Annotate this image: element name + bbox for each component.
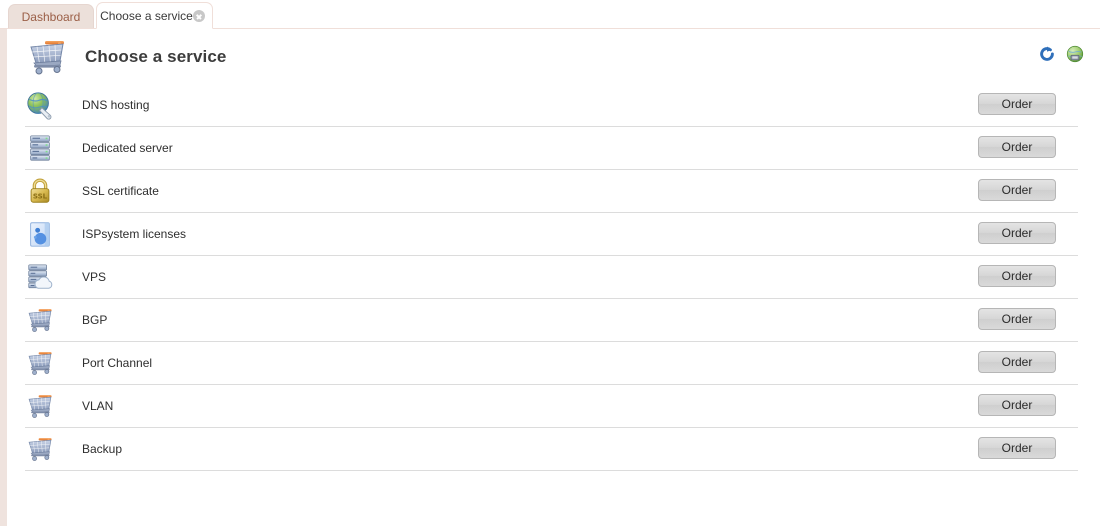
order-button[interactable]: Order: [978, 351, 1056, 373]
ssl-lock-icon: SSL: [30, 178, 50, 203]
tab-dashboard[interactable]: Dashboard: [8, 4, 94, 29]
server-rack-icon: [30, 135, 50, 161]
service-name: VPS: [82, 270, 107, 284]
order-button[interactable]: Order: [978, 179, 1056, 201]
tab-dashboard-label: Dashboard: [21, 10, 81, 24]
service-row-backup[interactable]: Backup Order: [25, 428, 1078, 471]
order-button[interactable]: Order: [978, 394, 1056, 416]
service-name: SSL certificate: [82, 184, 159, 198]
service-name: Dedicated server: [82, 141, 173, 155]
tab-choose-a-service[interactable]: Choose a service: [96, 2, 213, 29]
service-row-vlan[interactable]: VLAN Order: [25, 385, 1078, 428]
globe-icon[interactable]: [1066, 45, 1084, 63]
tab-bar: Dashboard Choose a service: [0, 0, 1100, 29]
shopping-cart-icon: [28, 395, 52, 418]
content-panel: Choose a service DNS hosting Order Dedic…: [0, 29, 1100, 526]
service-row-ispsystem-licenses[interactable]: ISPsystem licenses Order: [25, 213, 1078, 256]
shopping-cart-icon: [30, 40, 64, 74]
close-icon[interactable]: [193, 10, 205, 22]
service-row-vps[interactable]: VPS Order: [25, 256, 1078, 299]
tab-choose-a-service-label: Choose a service: [100, 8, 193, 23]
service-list: DNS hosting Order Dedicated server Order…: [7, 84, 1100, 471]
service-name: VLAN: [82, 399, 114, 413]
shopping-cart-icon: [28, 438, 52, 461]
license-card-icon: [30, 222, 50, 247]
vps-cloud-icon: [28, 264, 53, 289]
refresh-icon[interactable]: [1038, 45, 1056, 63]
page-title: Choose a service: [85, 46, 227, 66]
header-actions: [1038, 45, 1084, 63]
page-header: Choose a service: [7, 29, 1100, 84]
service-name: BGP: [82, 313, 108, 327]
service-name: Backup: [82, 442, 123, 456]
shopping-cart-icon: [28, 352, 52, 375]
order-button[interactable]: Order: [978, 222, 1056, 244]
service-row-bgp[interactable]: BGP Order: [25, 299, 1078, 342]
service-row-dedicated-server[interactable]: Dedicated server Order: [25, 127, 1078, 170]
dns-globe-icon: [27, 92, 52, 120]
service-row-port-channel[interactable]: Port Channel Order: [25, 342, 1078, 385]
service-name: Port Channel: [82, 356, 153, 370]
service-row-dns-hosting[interactable]: DNS hosting Order: [25, 84, 1078, 127]
service-row-ssl-certificate[interactable]: SSL SSL certificate Order: [25, 170, 1078, 213]
order-button[interactable]: Order: [978, 437, 1056, 459]
service-name: DNS hosting: [82, 98, 150, 112]
service-name: ISPsystem licenses: [82, 227, 187, 241]
svg-text:SSL: SSL: [33, 192, 48, 201]
order-button[interactable]: Order: [978, 265, 1056, 287]
shopping-cart-icon: [28, 309, 52, 332]
order-button[interactable]: Order: [978, 93, 1056, 115]
order-button[interactable]: Order: [978, 136, 1056, 158]
order-button[interactable]: Order: [978, 308, 1056, 330]
